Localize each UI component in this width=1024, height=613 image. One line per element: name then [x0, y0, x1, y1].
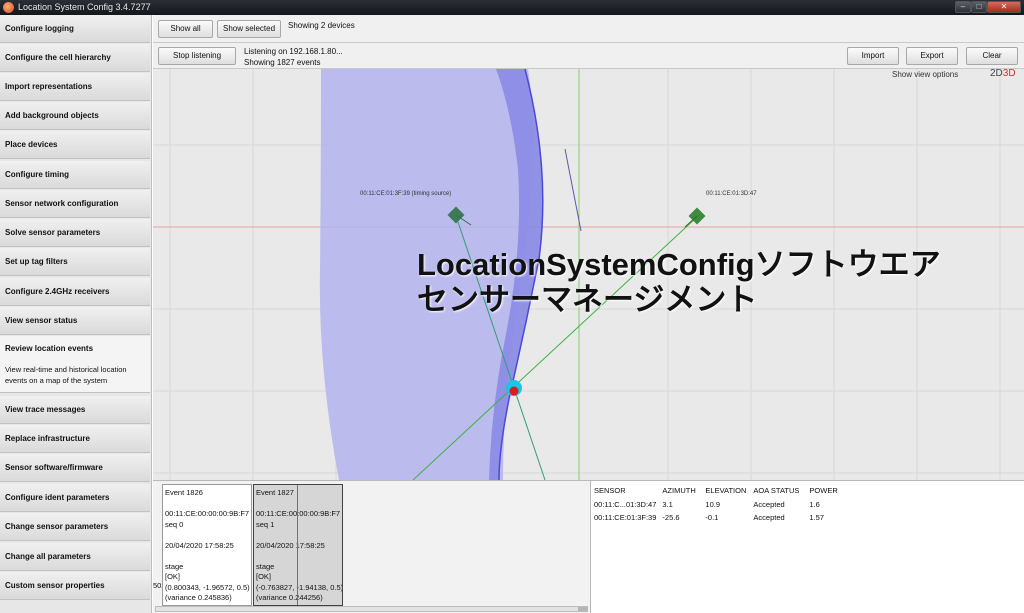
export-button[interactable]: Export	[906, 47, 958, 65]
event-time-marker	[297, 485, 298, 605]
column-header-sensor[interactable]: SENSOR	[591, 486, 659, 498]
sidebar-item-configure-timing[interactable]: Configure timing	[0, 161, 150, 189]
device-label-sensor-3d47: 00:11:CE:01:3D:47	[706, 191, 757, 197]
device-marker-sensor-3d47	[684, 207, 706, 228]
sidebar-item-trace-messages[interactable]: View trace messages	[0, 396, 150, 424]
device-count-text: Showing 2 devices	[288, 21, 355, 30]
column-header-elevation[interactable]: ELEVATION	[702, 486, 750, 498]
device-toolbar: Show all Show selected Showing 2 devices	[153, 15, 1024, 43]
events-panel: 502023 Event 1826 00:11:CE:00:00:00:9B:F…	[153, 480, 590, 613]
sidebar-item-review-location-events[interactable]: Review location events View real-time an…	[0, 336, 150, 393]
column-header-power[interactable]: POWER	[806, 486, 840, 498]
clear-button[interactable]: Clear	[966, 47, 1018, 65]
title-bar: Location System Config 3.4.7277 – □ ✕	[0, 0, 1024, 15]
sidebar-item-tag-filters[interactable]: Set up tag filters	[0, 248, 150, 276]
events-scrollbar-thumb[interactable]	[578, 607, 587, 611]
window-title: Location System Config 3.4.7277	[18, 2, 151, 12]
sidebar-item-place-devices[interactable]: Place devices	[0, 131, 150, 159]
view-mode-toggle[interactable]: 2D3D	[990, 69, 1016, 79]
show-all-button[interactable]: Show all	[158, 20, 213, 38]
sidebar-item-sensor-network[interactable]: Sensor network configuration	[0, 190, 150, 218]
sidebar-item-configure-logging[interactable]: Configure logging	[0, 15, 150, 43]
column-header-aoa-status[interactable]: AOA STATUS	[750, 486, 806, 498]
sidebar-item-sensor-status[interactable]: View sensor status	[0, 307, 150, 335]
view-2d-toggle[interactable]: 2D	[990, 69, 1003, 79]
sidebar-item-import-representations[interactable]: Import representations	[0, 73, 150, 101]
show-selected-button[interactable]: Show selected	[217, 20, 281, 38]
sidebar-item-description: View real-time and historical location e…	[5, 365, 127, 385]
view-3d-toggle[interactable]: 3D	[1003, 69, 1016, 79]
table-row[interactable]: 00:11:C...01:3D:47 3.1 10.9 Accepted 1.6	[591, 498, 841, 511]
sidebar-item-label: Review location events	[5, 344, 94, 353]
sensor-table: SENSOR AZIMUTH ELEVATION AOA STATUS POWE…	[591, 486, 841, 524]
sidebar-item-background-objects[interactable]: Add background objects	[0, 102, 150, 130]
location-fix-dot	[509, 386, 519, 396]
location-map[interactable]: Show view options 2D3D 00:11:CE:01:3F:39…	[153, 69, 1024, 480]
close-button[interactable]: ✕	[987, 1, 1021, 13]
minimize-button[interactable]: –	[955, 1, 971, 13]
promo-overlay-text: LocationSystemConfigソフトウエア センサーマネージメント	[417, 247, 941, 317]
stop-listening-button[interactable]: Stop listening	[158, 47, 236, 65]
column-header-azimuth[interactable]: AZIMUTH	[659, 486, 702, 498]
sidebar: Configure logging Configure the cell hie…	[0, 15, 152, 613]
app-icon	[3, 2, 14, 13]
table-row[interactable]: 00:11:CE:01:3F:39 -25.6 -0.1 Accepted 1.…	[591, 511, 841, 524]
event-card[interactable]: Event 1826 00:11:CE:00:00:00:9B:F7 seq 0…	[162, 484, 252, 606]
show-view-options-link[interactable]: Show view options	[892, 70, 958, 79]
sidebar-item-ident-parameters[interactable]: Configure ident parameters	[0, 484, 150, 512]
promo-line-1: LocationSystemConfigソフトウエア	[417, 247, 941, 282]
sensor-table-panel: SENSOR AZIMUTH ELEVATION AOA STATUS POWE…	[590, 480, 1024, 613]
sidebar-item-custom-properties[interactable]: Custom sensor properties	[0, 572, 150, 600]
events-scrollbar[interactable]	[155, 606, 588, 612]
maximize-button[interactable]: □	[971, 1, 987, 13]
listening-status-text: Listening on 192.168.1.80...	[244, 47, 343, 56]
sidebar-item-cell-hierarchy[interactable]: Configure the cell hierarchy	[0, 44, 150, 72]
device-label-timing-source: 00:11:CE:01:3F:39 (timing source)	[360, 191, 452, 197]
event-toolbar: Stop listening Listening on 192.168.1.80…	[153, 43, 1024, 69]
sidebar-item-software-firmware[interactable]: Sensor software/firmware	[0, 454, 150, 482]
sidebar-item-receivers[interactable]: Configure 2.4GHz receivers	[0, 278, 150, 306]
import-button[interactable]: Import	[847, 47, 899, 65]
sidebar-item-replace-infrastructure[interactable]: Replace infrastructure	[0, 425, 150, 453]
promo-line-2: センサーマネージメント	[417, 282, 758, 317]
sidebar-item-solve-sensor[interactable]: Solve sensor parameters	[0, 219, 150, 247]
event-count-text: Showing 1827 events	[244, 58, 321, 67]
sidebar-item-change-sensor-parameters[interactable]: Change sensor parameters	[0, 513, 150, 541]
event-card-selected[interactable]: Event 1827 00:11:CE:00:00:00:9B:F7 seq 1…	[253, 484, 343, 606]
sidebar-item-change-all-parameters[interactable]: Change all parameters	[0, 543, 150, 571]
